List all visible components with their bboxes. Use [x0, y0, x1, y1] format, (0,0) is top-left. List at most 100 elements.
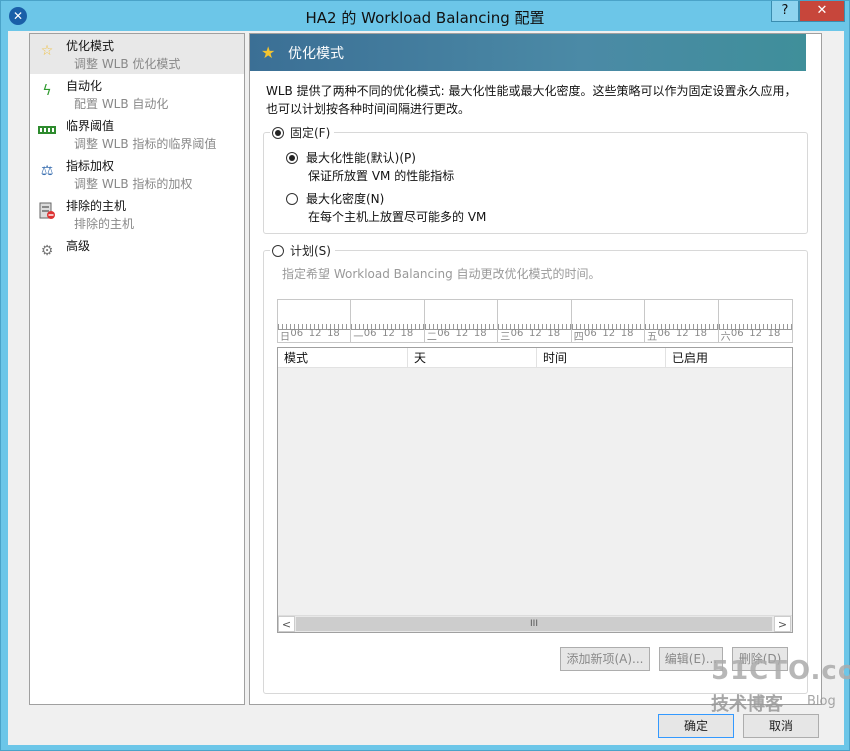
timeline-day: 一 06 12 18: [351, 300, 425, 343]
timeline-hour-label: 18: [620, 328, 634, 339]
timeline-hour-label: 06: [290, 328, 304, 339]
timeline-hour-label: 06: [510, 328, 524, 339]
optimization-mode-panel: ★ 优化模式 WLB 提供了两种不同的优化模式: 最大化性能或最大化密度。这些策…: [249, 33, 822, 705]
timeline-day-label: 一: [353, 332, 364, 343]
sidebar-item-automation[interactable]: ϟ 自动化 配置 WLB 自动化: [30, 74, 244, 114]
timeline-hour-label: 12: [749, 328, 762, 339]
schedule-table[interactable]: 模式 天 时间 已启用 < III >: [277, 347, 793, 633]
radio-indicator[interactable]: [272, 244, 284, 257]
panel-title: 优化模式: [288, 46, 344, 62]
sidebar-item-excluded-hosts[interactable]: 排除的主机 排除的主机: [30, 194, 244, 234]
sidebar-item-advanced[interactable]: ⚙ 高级: [30, 234, 244, 274]
radio-indicator[interactable]: [286, 151, 298, 164]
schedule-hint: 指定希望 Workload Balancing 自动更改优化模式的时间。: [282, 267, 601, 281]
star-icon: ★: [261, 43, 276, 62]
column-header-day[interactable]: 天: [408, 348, 537, 368]
timeline-day-label: 六: [720, 332, 731, 343]
sidebar-item-optimization-mode[interactable]: ☆ 优化模式 调整 WLB 优化模式: [30, 34, 244, 74]
timeline-hour-label: 12: [455, 328, 469, 339]
fixed-radio[interactable]: 固定(F): [270, 124, 335, 141]
excluded-host-icon: [38, 202, 56, 220]
lightning-icon: ϟ: [42, 83, 52, 99]
timeline-day: 日 06 12 18: [278, 300, 352, 343]
maximize-performance-label: 最大化性能(默认)(P): [306, 151, 416, 165]
week-timeline: 日 06 12 18 一 06 12 18 二 06 12 18 三 06 12 18 四 06 12 18 五 06 12…: [277, 299, 793, 343]
sidebar-item-subtitle: 调整 WLB 指标的加权: [74, 177, 193, 191]
column-header-time[interactable]: 时间: [537, 348, 666, 368]
scroll-left-arrow[interactable]: <: [278, 616, 295, 632]
timeline-hour-label: 18: [767, 328, 781, 339]
help-button[interactable]: ?: [771, 1, 799, 22]
sidebar-item-title: 优化模式: [66, 39, 115, 53]
gears-icon: ⚙: [40, 243, 54, 259]
sidebar-item-subtitle: 调整 WLB 优化模式: [74, 57, 181, 71]
timeline-hour-label: 12: [308, 328, 322, 339]
timeline-hour-label: 06: [730, 328, 744, 339]
sidebar-item-title: 临界阈值: [66, 119, 115, 133]
column-header-enabled[interactable]: 已启用: [666, 348, 792, 368]
radio-indicator[interactable]: [272, 126, 284, 139]
timeline-hour-label: 06: [584, 328, 597, 339]
timeline-day-label: 三: [500, 332, 511, 343]
meter-icon: [38, 122, 56, 140]
maximize-density-radio[interactable]: 最大化密度(N): [286, 190, 384, 207]
radio-indicator[interactable]: [286, 192, 298, 205]
watermark-blog: Blog: [807, 694, 836, 709]
window-title: HA2 的 Workload Balancing 配置: [305, 9, 545, 27]
timeline-hour-label: 18: [547, 328, 561, 339]
panel-header: ★ 优化模式: [250, 34, 806, 71]
timeline-day: 六 06 12 18: [718, 300, 792, 343]
timeline-day-label: 日: [280, 332, 290, 343]
scales-icon: ⚖: [40, 163, 54, 179]
timeline-day: 二 06 12 18: [424, 300, 499, 343]
sidebar-item-title: 排除的主机: [66, 199, 127, 213]
panel-description: WLB 提供了两种不同的优化模式: 最大化性能或最大化密度。这些策略可以作为固定…: [266, 84, 797, 116]
timeline-hour-label: 12: [675, 328, 689, 339]
horizontal-scrollbar[interactable]: < III >: [278, 615, 792, 632]
sidebar-item-subtitle: 排除的主机: [74, 217, 135, 231]
timeline-day-label: 四: [573, 332, 584, 343]
column-header-mode[interactable]: 模式: [278, 348, 408, 368]
sidebar-nav: ☆ 优化模式 调整 WLB 优化模式 ϟ 自动化 配置 WLB 自动化 临界阈值…: [29, 33, 245, 705]
maximize-performance-desc: 保证所放置 VM 的性能指标: [308, 169, 455, 183]
timeline-hour-label: 18: [327, 328, 340, 339]
timeline-hour-label: 12: [528, 328, 542, 339]
watermark: 51CTO.com 技术博客 Blog: [707, 656, 850, 746]
sidebar-item-critical-thresholds[interactable]: 临界阈值 调整 WLB 指标的临界阈值: [30, 114, 244, 154]
timeline-hour-label: 18: [694, 328, 707, 339]
timeline-hour-label: 12: [602, 328, 616, 339]
sidebar-item-subtitle: 配置 WLB 自动化: [74, 97, 169, 111]
schedule-radio[interactable]: 计划(S): [270, 242, 335, 259]
add-new-button[interactable]: 添加新项(A)...: [560, 647, 650, 671]
timeline-day-label: 五: [647, 332, 658, 343]
table-header: 模式 天 时间 已启用: [278, 348, 792, 368]
schedule-group: 计划(S) 指定希望 Workload Balancing 自动更改优化模式的时…: [263, 242, 808, 694]
timeline-hour-label: 18: [473, 328, 487, 339]
star-icon: ☆: [40, 43, 54, 59]
timeline-day-label: 二: [426, 332, 437, 343]
schedule-radio-label: 计划(S): [290, 244, 331, 258]
timeline-day: 五 06 12 18: [645, 300, 719, 343]
title-bar[interactable]: ✕ HA2 的 Workload Balancing 配置 ? ✕: [1, 1, 849, 31]
close-button[interactable]: ✕: [799, 1, 845, 22]
dialog-window: ✕ HA2 的 Workload Balancing 配置 ? ✕ ☆ 优化模式…: [0, 0, 850, 751]
maximize-density-desc: 在每个主机上放置尽可能多的 VM: [308, 210, 487, 224]
maximize-performance-radio[interactable]: 最大化性能(默认)(P): [286, 149, 416, 166]
timeline-hour-label: 06: [363, 328, 377, 339]
timeline-hour-label: 06: [437, 328, 450, 339]
sidebar-item-title: 高级: [66, 239, 91, 253]
fixed-radio-label: 固定(F): [290, 126, 331, 140]
timeline-hour-label: 12: [382, 328, 395, 339]
sidebar-item-title: 自动化: [66, 79, 103, 93]
maximize-density-label: 最大化密度(N): [306, 192, 385, 206]
scroll-thumb[interactable]: III: [296, 617, 772, 631]
timeline-hour-label: 06: [657, 328, 671, 339]
dialog-client: ☆ 优化模式 调整 WLB 优化模式 ϟ 自动化 配置 WLB 自动化 临界阈值…: [8, 31, 844, 745]
watermark-tagline: 技术博客: [711, 694, 783, 715]
timeline-hour-label: 18: [400, 328, 414, 339]
sidebar-item-title: 指标加权: [66, 159, 115, 173]
sidebar-item-metric-weighting[interactable]: ⚖ 指标加权 调整 WLB 指标的加权: [30, 154, 244, 194]
scroll-right-arrow[interactable]: >: [774, 616, 791, 632]
timeline-day: 三 06 12 18: [498, 300, 572, 343]
fixed-group: 固定(F) 最大化性能(默认)(P) 保证所放置 VM 的性能指标 最大化密度(…: [263, 124, 808, 234]
